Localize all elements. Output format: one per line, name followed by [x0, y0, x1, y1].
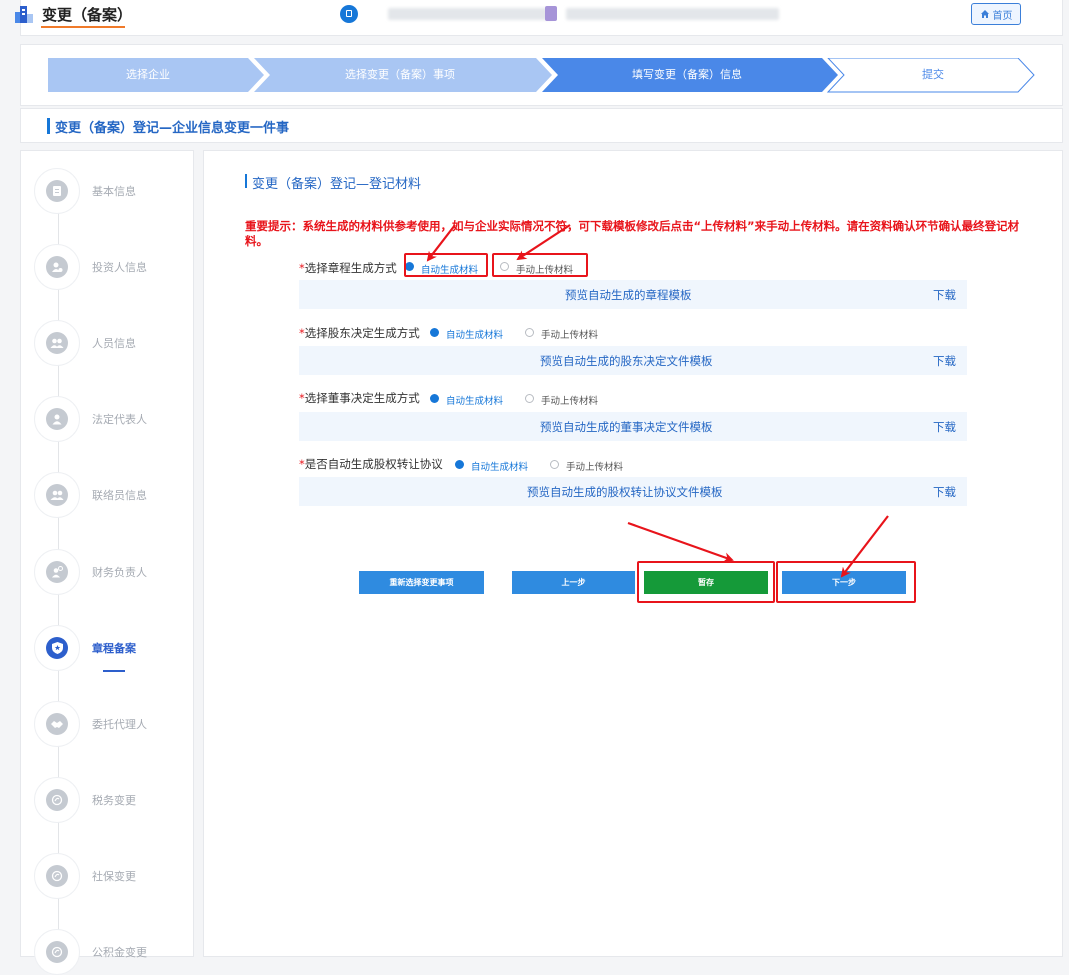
sidebar-item-personnel-info[interactable]: 人员信息 — [34, 320, 194, 366]
home-button[interactable]: 首页 — [971, 3, 1021, 25]
question-shareholder-method: *选择股东决定生成方式 — [299, 326, 420, 340]
radio-shareholder-auto[interactable] — [430, 328, 439, 337]
step-fill-change-info: 填写变更（备案）信息 — [632, 68, 742, 81]
sidebar-item-label: 章程备案 — [92, 642, 136, 655]
sidebar-item-tax-change[interactable]: 税务变更 — [34, 777, 194, 823]
sidebar-item-label: 委托代理人 — [92, 718, 147, 731]
radio-director-manual[interactable] — [525, 394, 534, 403]
annotation-box-next — [776, 561, 916, 603]
sidebar-item-label: 财务负责人 — [92, 566, 147, 579]
sidebar-item-contact-info[interactable]: 联络员信息 — [34, 472, 194, 518]
sidebar-item-basic-info[interactable]: 基本信息 — [34, 168, 194, 214]
shareholder-template-bar: 预览自动生成的股东决定文件模板 下载 — [299, 346, 967, 375]
sidebar-item-authorized-agent[interactable]: 委托代理人 — [34, 701, 194, 747]
preview-director-link[interactable]: 预览自动生成的董事决定文件模板 — [540, 419, 713, 435]
radio-equity-manual-label[interactable]: 手动上传材料 — [566, 459, 623, 473]
radio-equity-manual[interactable] — [550, 460, 559, 469]
download-equity-link[interactable]: 下载 — [933, 484, 956, 500]
sidebar-item-social-security-change[interactable]: 社保变更 — [34, 853, 194, 899]
sidebar-item-label: 投资人信息 — [92, 261, 147, 274]
shield-star-icon — [46, 637, 68, 659]
director-template-bar: 预览自动生成的董事决定文件模板 下载 — [299, 412, 967, 441]
title-underline — [41, 26, 125, 28]
annotation-box-auto — [404, 253, 488, 277]
download-director-link[interactable]: 下载 — [933, 419, 956, 435]
annotation-box-manual — [492, 253, 588, 277]
radio-shareholder-auto-label[interactable]: 自动生成材料 — [446, 327, 503, 341]
radio-equity-auto-label[interactable]: 自动生成材料 — [471, 459, 528, 473]
sidebar-item-label: 公积金变更 — [92, 946, 147, 959]
radio-shareholder-manual-label[interactable]: 手动上传材料 — [541, 327, 598, 341]
sidebar-item-investor-info[interactable]: 投资人信息 — [34, 244, 194, 290]
sidebar-item-finance-officer[interactable]: 财务负责人 — [34, 549, 194, 595]
step-select-change-items: 选择变更（备案）事项 — [345, 68, 455, 81]
contact-icon — [46, 484, 68, 506]
radio-director-manual-label[interactable]: 手动上传材料 — [541, 393, 598, 407]
question-equity-transfer: *是否自动生成股权转让协议 — [299, 457, 443, 471]
reselect-items-button[interactable]: 重新选择变更事项 — [359, 571, 484, 594]
home-button-label: 首页 — [992, 10, 1013, 22]
radio-shareholder-manual[interactable] — [525, 328, 534, 337]
user-name-blurred — [566, 8, 779, 20]
section-title: 变更（备案）登记—登记材料 — [252, 177, 422, 192]
sidebar-item-label: 人员信息 — [92, 337, 136, 350]
user-icon — [545, 6, 557, 21]
handshake-icon — [46, 713, 68, 735]
equity-template-bar: 预览自动生成的股权转让协议文件模板 下载 — [299, 477, 967, 506]
step-submit: 提交 — [922, 68, 944, 81]
preview-shareholder-link[interactable]: 预览自动生成的股东决定文件模板 — [540, 353, 713, 369]
section-marker — [245, 174, 247, 188]
investor-icon — [46, 256, 68, 278]
radio-director-auto-label[interactable]: 自动生成材料 — [446, 393, 503, 407]
radio-equity-auto[interactable] — [455, 460, 464, 469]
sidebar-item-housing-fund-change[interactable]: 公积金变更 — [34, 929, 194, 975]
previous-step-button[interactable]: 上一步 — [512, 571, 635, 594]
sidebar-item-label: 法定代表人 — [92, 413, 147, 426]
social-security-icon — [46, 865, 68, 887]
sidebar-item-label: 基本信息 — [92, 185, 136, 198]
enterprise-name-blurred — [388, 8, 553, 20]
building-logo-icon — [15, 6, 33, 23]
important-notice: 重要提示：系统生成的材料供参考使用，如与企业实际情况不符，可下载模板修改后点击“… — [245, 219, 1020, 248]
annotation-box-save — [637, 561, 775, 603]
sidebar-item-articles-filing[interactable]: 章程备案 — [34, 625, 194, 671]
sidebar-item-label: 税务变更 — [92, 794, 136, 807]
active-item-indicator — [103, 670, 125, 672]
breadcrumb-marker — [47, 118, 50, 134]
page-title: 变更（备案） — [42, 6, 133, 24]
home-icon — [980, 10, 989, 18]
download-shareholder-link[interactable]: 下载 — [933, 353, 956, 369]
download-articles-link[interactable]: 下载 — [933, 287, 956, 303]
preview-equity-link[interactable]: 预览自动生成的股权转让协议文件模板 — [527, 484, 723, 500]
fund-icon — [46, 941, 68, 963]
question-articles-method: *选择章程生成方式 — [299, 261, 397, 275]
sidebar-item-label: 社保变更 — [92, 870, 136, 883]
sidebar-item-label: 联络员信息 — [92, 489, 147, 502]
articles-template-bar: 预览自动生成的章程模板 下载 — [299, 280, 967, 309]
finance-person-icon — [46, 561, 68, 583]
question-director-method: *选择董事决定生成方式 — [299, 391, 420, 405]
person-icon — [46, 408, 68, 430]
breadcrumb: 变更（备案）登记—企业信息变更一件事 — [55, 121, 290, 136]
people-icon — [46, 332, 68, 354]
radio-director-auto[interactable] — [430, 394, 439, 403]
document-icon — [46, 180, 68, 202]
sidebar-item-legal-representative[interactable]: 法定代表人 — [34, 396, 194, 442]
preview-articles-link[interactable]: 预览自动生成的章程模板 — [565, 287, 692, 303]
tax-icon — [46, 789, 68, 811]
enterprise-icon — [340, 5, 358, 23]
step-select-enterprise: 选择企业 — [126, 68, 170, 81]
